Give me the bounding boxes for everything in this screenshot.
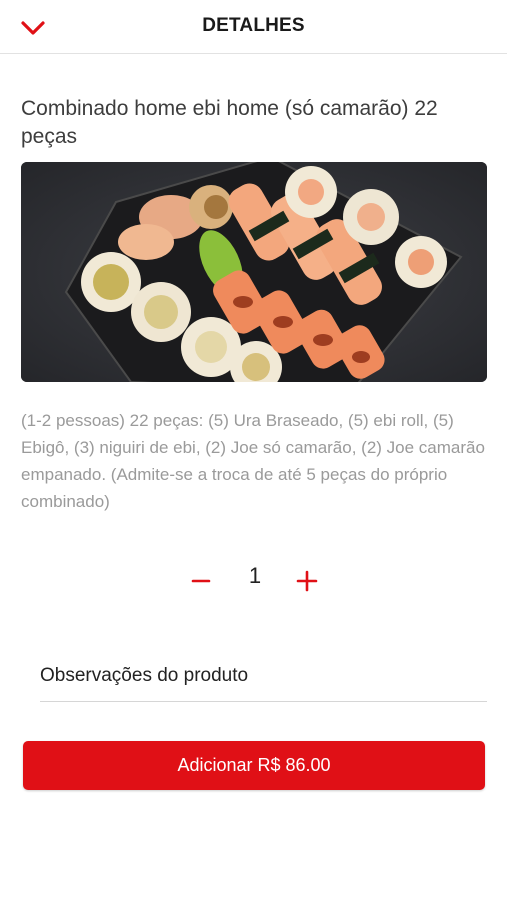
quantity-value: 1	[248, 563, 262, 588]
add-to-cart-button[interactable]: Adicionar R$ 86.00	[23, 741, 485, 790]
header-bar: DETALHES	[0, 0, 507, 54]
page-title: DETALHES	[202, 15, 305, 36]
plus-icon	[296, 570, 318, 592]
product-notes-input[interactable]	[40, 650, 487, 702]
product-description: (1-2 pessoas) 22 peças: (5) Ura Braseado…	[21, 411, 485, 511]
decrease-quantity-button[interactable]	[186, 566, 216, 596]
quantity-stepper: 1	[180, 560, 330, 600]
sushi-photo	[21, 162, 487, 382]
product-image	[21, 162, 487, 382]
product-title: Combinado home ebi home (só camarão) 22 …	[21, 97, 438, 148]
minus-icon	[191, 579, 211, 583]
increase-quantity-button[interactable]	[292, 566, 322, 596]
